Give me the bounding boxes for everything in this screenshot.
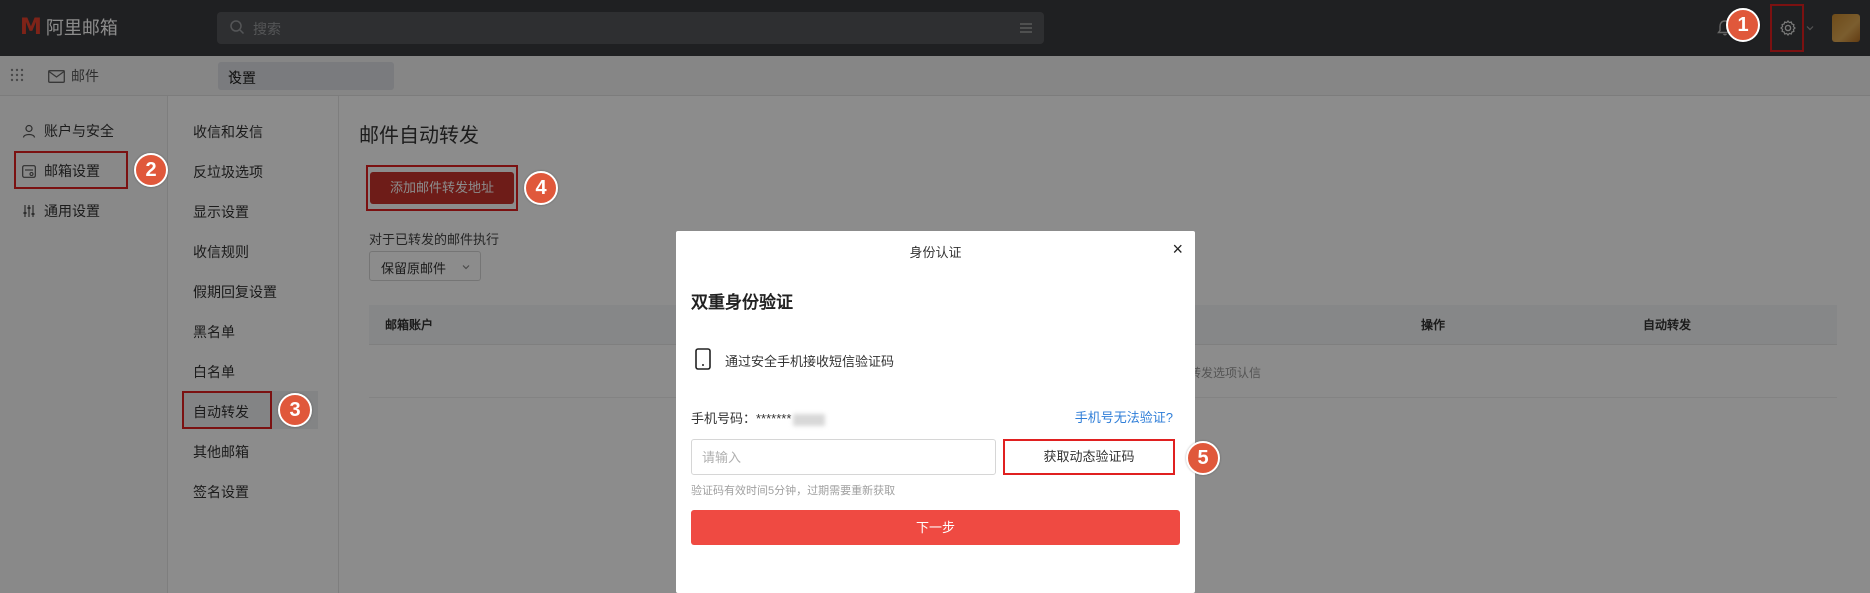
- step-badge-2: 2: [134, 153, 168, 187]
- step-badge-1: 1: [1726, 8, 1760, 42]
- dialog-heading: 双重身份验证: [691, 293, 793, 312]
- step-badge-5: 5: [1186, 441, 1220, 475]
- close-icon[interactable]: ×: [1172, 239, 1183, 260]
- phone-icon: [695, 348, 711, 370]
- phone-number-blurred: [793, 413, 826, 426]
- step-badge-3: 3: [278, 393, 312, 427]
- verification-code-input[interactable]: [691, 439, 996, 475]
- dialog-title: 身份认证: [909, 245, 962, 260]
- code-validity-hint: 验证码有效时间5分钟，过期需要重新获取: [691, 485, 896, 497]
- phone-number-label: 手机号码：*******: [691, 408, 826, 427]
- step-badge-4: 4: [524, 171, 558, 205]
- identity-verification-dialog: 身份认证 × 双重身份验证 通过安全手机接收短信验证码 手机号码：*******…: [676, 231, 1195, 593]
- cannot-verify-link[interactable]: 手机号无法验证?: [1075, 407, 1173, 426]
- next-step-button[interactable]: 下一步: [691, 510, 1180, 545]
- phone-number-text: 手机号码：*******: [691, 411, 792, 426]
- verification-method-label: 通过安全手机接收短信验证码: [725, 354, 895, 369]
- get-code-button[interactable]: 获取动态验证码: [1003, 439, 1175, 475]
